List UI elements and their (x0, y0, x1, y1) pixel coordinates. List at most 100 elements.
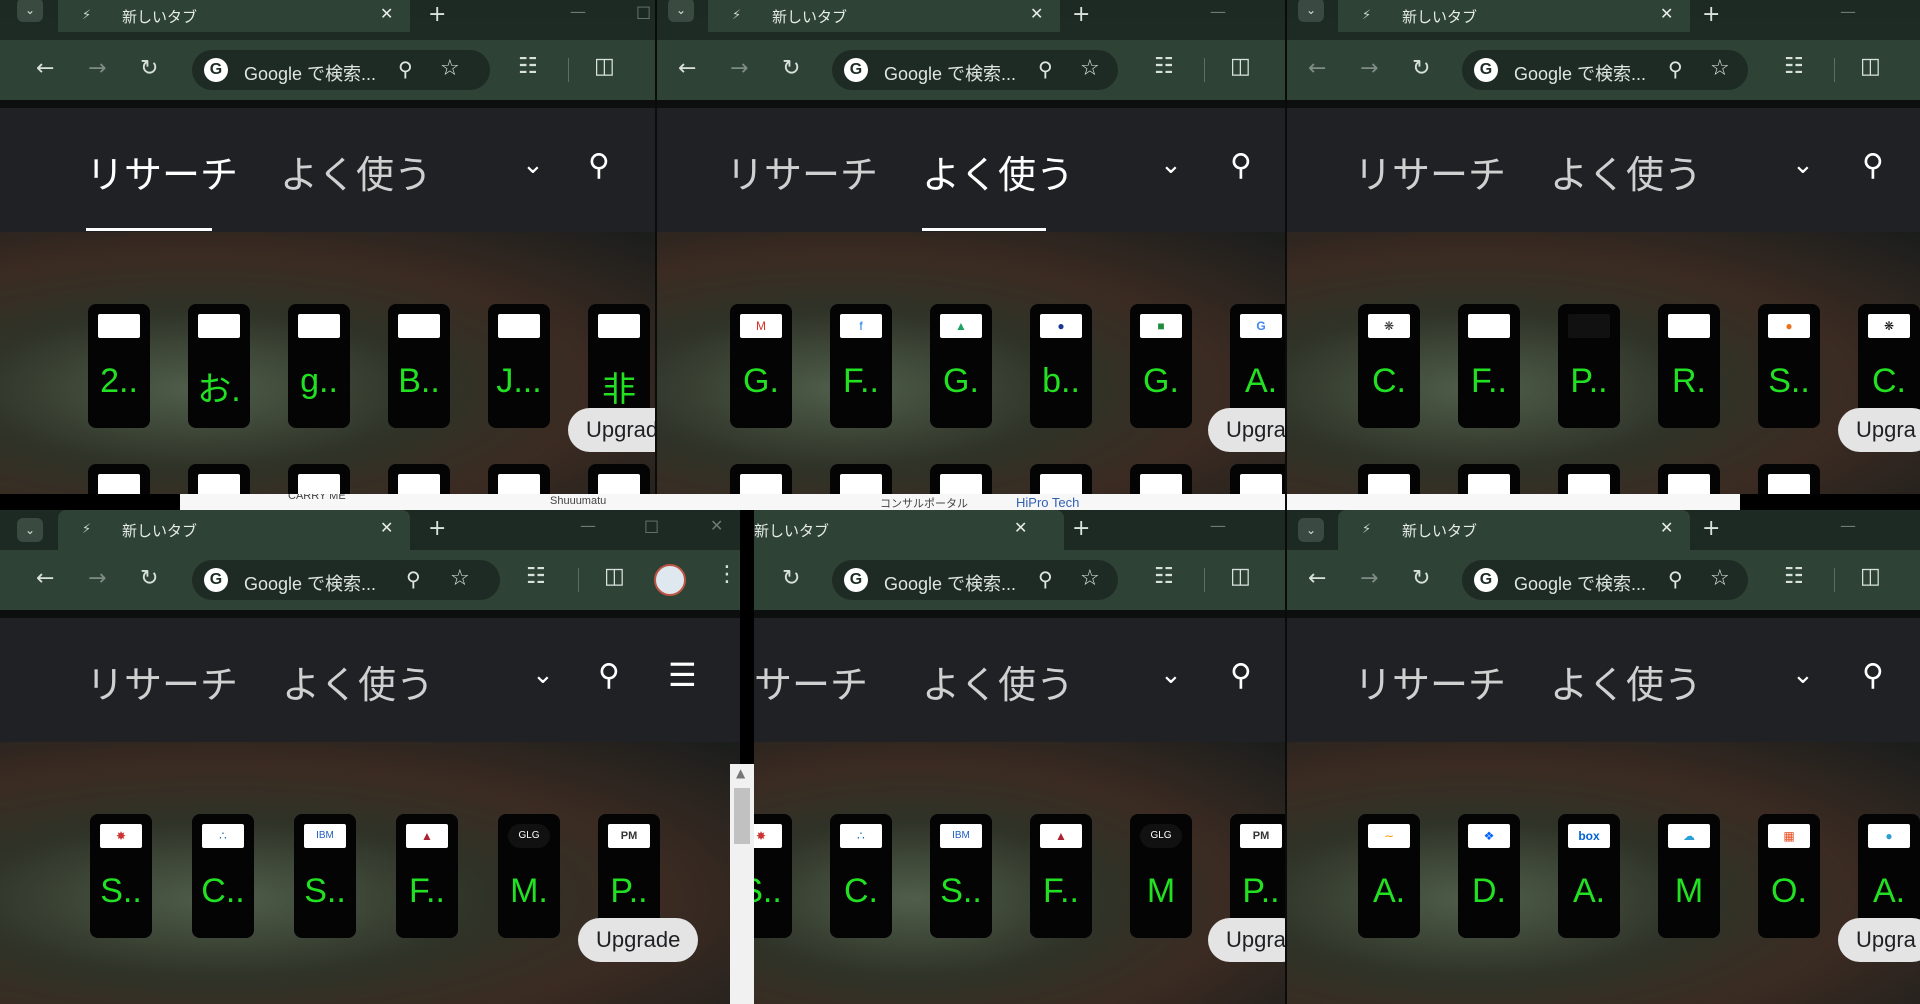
new-tab-button[interactable]: + (428, 516, 446, 541)
side-panel-icon[interactable]: ◫ (1230, 564, 1251, 589)
search-icon[interactable]: ⚲ (598, 658, 620, 693)
tab-search-button[interactable]: ⌄ (1298, 0, 1324, 22)
new-tab-button[interactable]: + (1702, 2, 1720, 27)
side-panel-icon[interactable]: ◫ (594, 54, 615, 79)
shortcut-tile-row2[interactable] (1458, 464, 1520, 494)
shortcut-tile[interactable]: GLG M (1130, 814, 1192, 938)
tab-research[interactable]: リサーチ (1354, 144, 1506, 199)
search-icon[interactable]: ⚲ (1230, 148, 1252, 183)
tab-close-icon[interactable]: ✕ (1014, 518, 1027, 537)
shortcut-tile-row2[interactable] (288, 464, 350, 494)
minimize-icon[interactable]: — (580, 516, 596, 535)
new-tab-button[interactable]: + (1072, 516, 1090, 541)
tab-research[interactable]: リサーチ (1354, 654, 1506, 709)
shortcut-tile-row2[interactable] (1658, 464, 1720, 494)
scroll-up-icon[interactable]: ▲ (736, 766, 745, 780)
shortcut-tile[interactable]: お. (188, 304, 250, 428)
omnibox[interactable]: G Google で検索... ⚲ ☆ (192, 560, 500, 600)
shortcut-tile[interactable]: ☁ M (1658, 814, 1720, 938)
chevron-down-icon[interactable]: ⌄ (532, 660, 554, 690)
chevron-down-icon[interactable]: ⌄ (1792, 150, 1814, 180)
shortcut-tile[interactable]: ■ G. (1130, 304, 1192, 428)
minimize-icon[interactable]: — (1840, 2, 1856, 21)
tab-new-tab[interactable]: ⚡ 新しいタブ ✕ (58, 510, 410, 550)
tab-search-button[interactable]: ⌄ (1298, 518, 1324, 542)
chevron-down-icon[interactable]: ⌄ (522, 150, 544, 180)
search-icon[interactable]: ⚲ (1862, 148, 1884, 183)
tab-close-icon[interactable]: ✕ (1660, 518, 1673, 537)
omnibox[interactable]: G Google で検索... ⚲ ☆ (832, 560, 1118, 600)
forward-icon[interactable]: → (88, 56, 106, 81)
forward-icon[interactable]: → (1360, 56, 1378, 81)
shortcut-tile[interactable]: ▲ G. (930, 304, 992, 428)
reload-icon[interactable]: ↻ (782, 566, 800, 591)
extensions-icon[interactable]: ☷ (1784, 54, 1804, 79)
minimize-icon[interactable]: — (570, 2, 586, 21)
omnibox[interactable]: G Google で検索... ⚲ ☆ (832, 50, 1118, 90)
tab-frequent[interactable]: よく使う (1550, 144, 1702, 199)
chevron-down-icon[interactable]: ⌄ (1160, 150, 1182, 180)
tab-new-tab[interactable]: 新しいタブ ✕ (754, 510, 1064, 550)
tab-new-tab[interactable]: ⚡ 新しいタブ ✕ (1338, 510, 1690, 550)
tab-search-button[interactable]: ⌄ (17, 518, 43, 542)
tab-new-tab[interactable]: ⚡ 新しいタブ ✕ (58, 0, 410, 32)
extensions-icon[interactable]: ☷ (518, 54, 538, 79)
upgrade-button[interactable]: Upgra (1838, 408, 1920, 452)
scrollbar-thumb[interactable] (734, 788, 750, 844)
shortcut-tile[interactable]: IBM S.. (930, 814, 992, 938)
shortcut-tile-row2[interactable] (1130, 464, 1192, 494)
extensions-icon[interactable]: ☷ (1154, 564, 1174, 589)
shortcut-tile[interactable]: ▲ F.. (1030, 814, 1092, 938)
reload-icon[interactable]: ↻ (140, 56, 158, 81)
shortcut-tile[interactable]: ✸S.. (754, 814, 792, 938)
omnibox[interactable]: G Google で検索... ⚲ ☆ (1462, 50, 1748, 90)
zoom-icon[interactable]: ⚲ (1038, 57, 1053, 81)
shortcut-tile[interactable]: ● S.. (1758, 304, 1820, 428)
forward-icon[interactable]: → (1360, 566, 1378, 591)
bookmark-star-icon[interactable]: ☆ (1710, 566, 1730, 591)
shortcut-tile[interactable]: P.. (1558, 304, 1620, 428)
back-icon[interactable]: ← (36, 56, 54, 81)
shortcut-tile[interactable]: GLG M. (498, 814, 560, 938)
shortcut-tile[interactable]: B.. (388, 304, 450, 428)
tab-search-button[interactable]: ⌄ (668, 0, 694, 22)
bookmark-star-icon[interactable]: ☆ (440, 56, 460, 81)
tab-frequent[interactable]: よく使う (282, 654, 434, 709)
tab-research[interactable]: リサーチ (86, 654, 238, 709)
back-icon[interactable]: ← (1308, 566, 1326, 591)
shortcut-tile-row2[interactable] (1358, 464, 1420, 494)
shortcut-tile-row2[interactable] (188, 464, 250, 494)
bookmark-star-icon[interactable]: ☆ (1710, 56, 1730, 81)
shortcut-tile[interactable]: ▲ F.. (396, 814, 458, 938)
side-panel-icon[interactable]: ◫ (1860, 54, 1881, 79)
upgrade-button[interactable]: Upgra (1838, 918, 1920, 962)
vertical-scrollbar[interactable]: ▲ (730, 764, 754, 1004)
shortcut-tile[interactable]: box A. (1558, 814, 1620, 938)
maximize-icon[interactable]: □ (636, 2, 651, 21)
shortcut-tile[interactable]: ❋ C. (1358, 304, 1420, 428)
minimize-icon[interactable]: — (1840, 516, 1856, 535)
bookmark-star-icon[interactable]: ☆ (1080, 56, 1100, 81)
search-icon[interactable]: ⚲ (1230, 658, 1252, 693)
tab-research[interactable]: リサーチ (726, 144, 878, 199)
forward-icon[interactable]: → (88, 566, 106, 591)
tab-close-icon[interactable]: ✕ (380, 4, 393, 23)
shortcut-tile-row2[interactable] (830, 464, 892, 494)
shortcut-tile[interactable]: ∴ C. (830, 814, 892, 938)
zoom-icon[interactable]: ⚲ (1668, 567, 1683, 591)
shortcut-tile-row2[interactable] (588, 464, 650, 494)
shortcut-tile[interactable]: 2.. (88, 304, 150, 428)
shortcut-tile[interactable]: ✸S.. (90, 814, 152, 938)
chevron-down-icon[interactable]: ⌄ (1792, 660, 1814, 690)
bookmark-star-icon[interactable]: ☆ (450, 566, 470, 591)
tab-research[interactable]: リサーチ (86, 144, 238, 199)
shortcut-tile[interactable]: ∴ C.. (192, 814, 254, 938)
reload-icon[interactable]: ↻ (782, 56, 800, 81)
bookmark-star-icon[interactable]: ☆ (1080, 566, 1100, 591)
zoom-icon[interactable]: ⚲ (1038, 567, 1053, 591)
tab-new-tab[interactable]: ⚡ 新しいタブ ✕ (708, 0, 1060, 32)
shortcut-tile-row2[interactable] (488, 464, 550, 494)
forward-icon[interactable]: → (730, 56, 748, 81)
shortcut-tile-row2[interactable] (388, 464, 450, 494)
upgrade-button[interactable]: Upgra (1208, 918, 1286, 962)
